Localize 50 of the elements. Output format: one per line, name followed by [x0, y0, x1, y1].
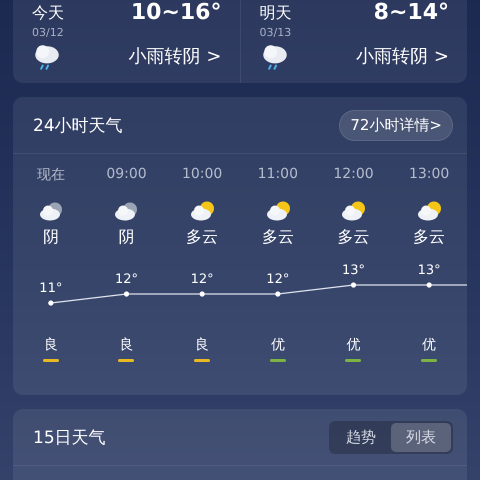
temperature-label: 11°: [39, 281, 62, 296]
hour-label: 13:00: [408, 166, 450, 184]
view-tab[interactable]: 趋势: [331, 422, 391, 452]
hour-label: 11:00: [258, 166, 298, 184]
temperature-dot: [350, 282, 356, 288]
air-quality-label: 良: [119, 336, 134, 354]
partly-cloudy-icon: [340, 200, 366, 222]
weather-condition: 多云: [337, 227, 370, 248]
date-label: 03/13: [260, 26, 292, 39]
air-quality-label: 优: [270, 336, 285, 354]
air-quality-label: 良: [195, 336, 210, 354]
cloud-icon: [113, 200, 140, 222]
air-quality-label: 良: [44, 336, 58, 354]
temperature-label: 13°: [342, 263, 366, 278]
day-label: 今天: [32, 2, 64, 24]
temperature-range: 8~14°: [374, 1, 449, 25]
temperature-dot: [200, 291, 205, 297]
air-quality-label: 优: [346, 336, 360, 354]
weather-condition: 多云: [262, 227, 294, 248]
section-title: 15日天气: [33, 426, 106, 448]
partly-cloudy-icon: [264, 200, 291, 222]
temperature-dot: [426, 282, 432, 288]
temperature-dot: [124, 291, 130, 297]
date-label: 03/12: [32, 26, 65, 39]
weather-condition: 多云: [413, 227, 446, 248]
weather-condition-link[interactable]: 小雨转阴 >: [356, 44, 449, 68]
details-button[interactable]: 72小时详情>: [339, 110, 453, 140]
weather-condition-link[interactable]: 小雨转阴 >: [128, 44, 222, 68]
hour-label: 12:00: [333, 166, 374, 184]
temperature-label: 12°: [114, 272, 138, 287]
weather-condition: 阴: [118, 227, 134, 248]
day-label: 明天: [260, 2, 292, 24]
temperature-label: 12°: [190, 272, 214, 287]
temperature-label: 13°: [418, 263, 441, 278]
weather-condition: 多云: [186, 227, 218, 248]
weather-condition: 阴: [42, 227, 59, 248]
air-quality-label: 优: [422, 336, 436, 354]
view-tab[interactable]: 列表: [391, 422, 451, 452]
temperature-dot: [275, 291, 280, 297]
hour-label: 现在: [36, 166, 65, 184]
section-title: 24小时天气: [33, 114, 123, 136]
partly-cloudy-icon: [189, 200, 216, 222]
temperature-dot: [48, 300, 54, 306]
cloud-icon: [38, 200, 64, 222]
temperature-label: 12°: [266, 272, 290, 287]
rain-cloud-icon: [32, 42, 62, 71]
hour-label: 10:00: [182, 166, 222, 184]
hour-label: 09:00: [106, 166, 147, 184]
partly-cloudy-icon: [416, 200, 442, 222]
temperature-range: 10~16°: [130, 1, 222, 25]
